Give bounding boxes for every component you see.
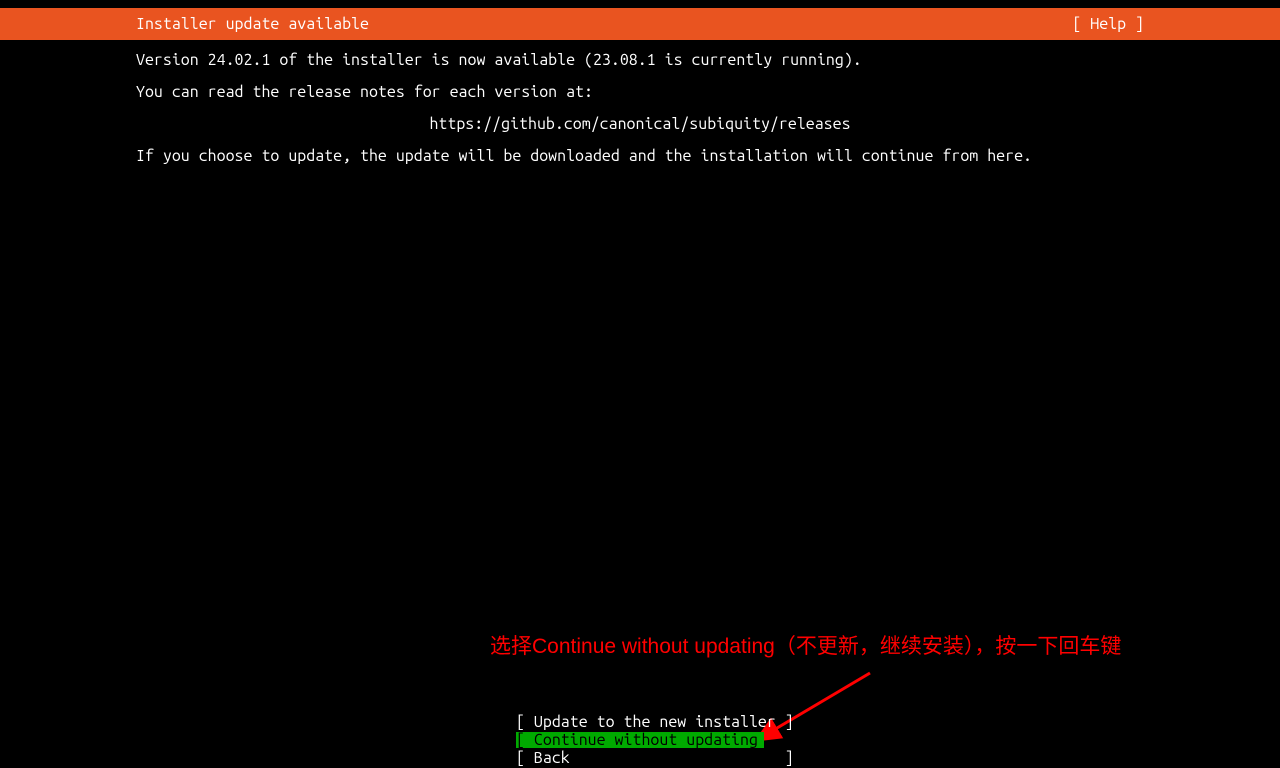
continue-without-updating-button[interactable]: [ Continue without updating ]	[516, 732, 764, 748]
header-title: Installer update available	[136, 15, 369, 33]
help-button[interactable]: [ Help ]	[1072, 15, 1144, 33]
release-notes-url: https://github.com/canonical/subiquity/r…	[136, 112, 1144, 136]
version-info-text: Version 24.02.1 of the installer is now …	[136, 48, 1144, 72]
header-bar: Installer update available [ Help ]	[0, 8, 1280, 40]
action-buttons: [ Update to the new installer ] [ Contin…	[0, 713, 1280, 767]
back-button[interactable]: [ Back ]	[516, 750, 764, 766]
release-notes-intro: You can read the release notes for each …	[136, 80, 1144, 104]
annotation-text: 选择Continue without updating（不更新，继续安装），按一…	[490, 630, 1121, 660]
content-area: Version 24.02.1 of the installer is now …	[0, 40, 1280, 168]
update-info-text: If you choose to update, the update will…	[136, 144, 1144, 168]
update-button[interactable]: [ Update to the new installer ]	[516, 714, 764, 730]
